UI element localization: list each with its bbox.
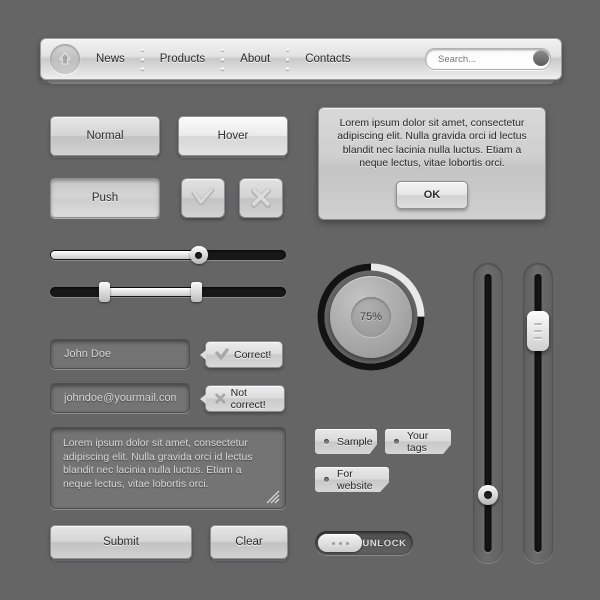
submit-button[interactable]: Submit xyxy=(50,525,192,559)
push-button[interactable]: Push xyxy=(50,178,160,218)
tag-sample[interactable]: Sample xyxy=(315,429,377,454)
name-input[interactable] xyxy=(62,347,178,361)
ok-button[interactable]: OK xyxy=(396,181,468,209)
grip-line-icon xyxy=(534,323,542,326)
check-icon xyxy=(215,348,229,360)
search-input[interactable] xyxy=(436,52,528,66)
dial-value-label: 75% xyxy=(351,297,391,337)
email-field[interactable] xyxy=(50,383,190,413)
nav-link-products[interactable]: Products xyxy=(158,53,207,65)
slider-knob-low[interactable] xyxy=(99,282,111,302)
slider-track[interactable] xyxy=(484,274,492,552)
vertical-slider-left[interactable] xyxy=(473,263,503,563)
textarea-content: Lorem ipsum dolor sit amet, consectetur … xyxy=(63,438,253,490)
unlock-slider[interactable]: UNLOCK xyxy=(315,531,413,555)
nav-separator xyxy=(286,48,290,70)
cross-icon xyxy=(215,393,226,404)
nav-link-news[interactable]: News xyxy=(94,53,127,65)
validation-incorrect-tooltip: Not correct! xyxy=(200,385,285,412)
vertical-slider-right[interactable] xyxy=(523,263,553,563)
validation-correct-tooltip: Correct! xyxy=(200,341,283,368)
horizontal-slider-range[interactable] xyxy=(50,282,286,302)
name-field[interactable] xyxy=(50,339,190,369)
message-textarea[interactable]: Lorem ipsum dolor sit amet, consectetur … xyxy=(50,427,286,509)
slider-fill xyxy=(51,251,200,259)
tag-for-website[interactable]: For website xyxy=(315,467,389,492)
cancel-button[interactable] xyxy=(239,178,283,218)
slider-knob[interactable] xyxy=(189,246,208,264)
dialog-message: Lorem ipsum dolor sit amet, consectetur … xyxy=(337,118,527,170)
nav-separator xyxy=(140,48,144,70)
check-icon xyxy=(191,187,215,206)
nav-link-contacts[interactable]: Contacts xyxy=(303,53,352,65)
message-dialog: Lorem ipsum dolor sit amet, consectetur … xyxy=(318,107,546,220)
resize-grip-icon[interactable] xyxy=(266,490,280,504)
navigation-bar: News Products About Contacts xyxy=(40,38,562,84)
circular-progress-dial[interactable]: 75% xyxy=(316,262,426,372)
slider-knob-high[interactable] xyxy=(191,282,203,302)
nav-separator xyxy=(221,48,225,70)
search-container xyxy=(425,48,551,70)
grip-line-icon xyxy=(534,337,542,340)
grip-line-icon xyxy=(534,330,542,333)
search-icon[interactable] xyxy=(533,50,549,66)
tooltip-label: Correct! xyxy=(234,348,272,361)
unlock-knob[interactable] xyxy=(318,534,362,552)
normal-button[interactable]: Normal xyxy=(50,116,160,156)
clear-button[interactable]: Clear xyxy=(210,525,288,559)
nav-link-about[interactable]: About xyxy=(238,53,272,65)
unlock-label: UNLOCK xyxy=(362,537,407,549)
grip-dot-icon xyxy=(338,541,342,545)
home-button[interactable] xyxy=(50,44,80,74)
horizontal-slider-single[interactable] xyxy=(50,246,286,264)
cross-icon xyxy=(251,188,271,208)
tooltip-label: Not correct! xyxy=(230,386,266,411)
slider-knob[interactable] xyxy=(478,484,498,505)
ui-kit-canvas: News Products About Contacts Normal Hove… xyxy=(0,0,600,600)
home-icon xyxy=(58,52,72,65)
grip-dot-icon xyxy=(345,541,349,545)
slider-knob[interactable] xyxy=(527,311,549,352)
slider-range-fill xyxy=(104,288,197,296)
tag-your-tags[interactable]: Your tags xyxy=(385,429,451,454)
email-input[interactable] xyxy=(62,391,178,405)
grip-dot-icon xyxy=(331,541,335,545)
hover-button[interactable]: Hover xyxy=(178,116,288,156)
confirm-button[interactable] xyxy=(181,178,225,218)
